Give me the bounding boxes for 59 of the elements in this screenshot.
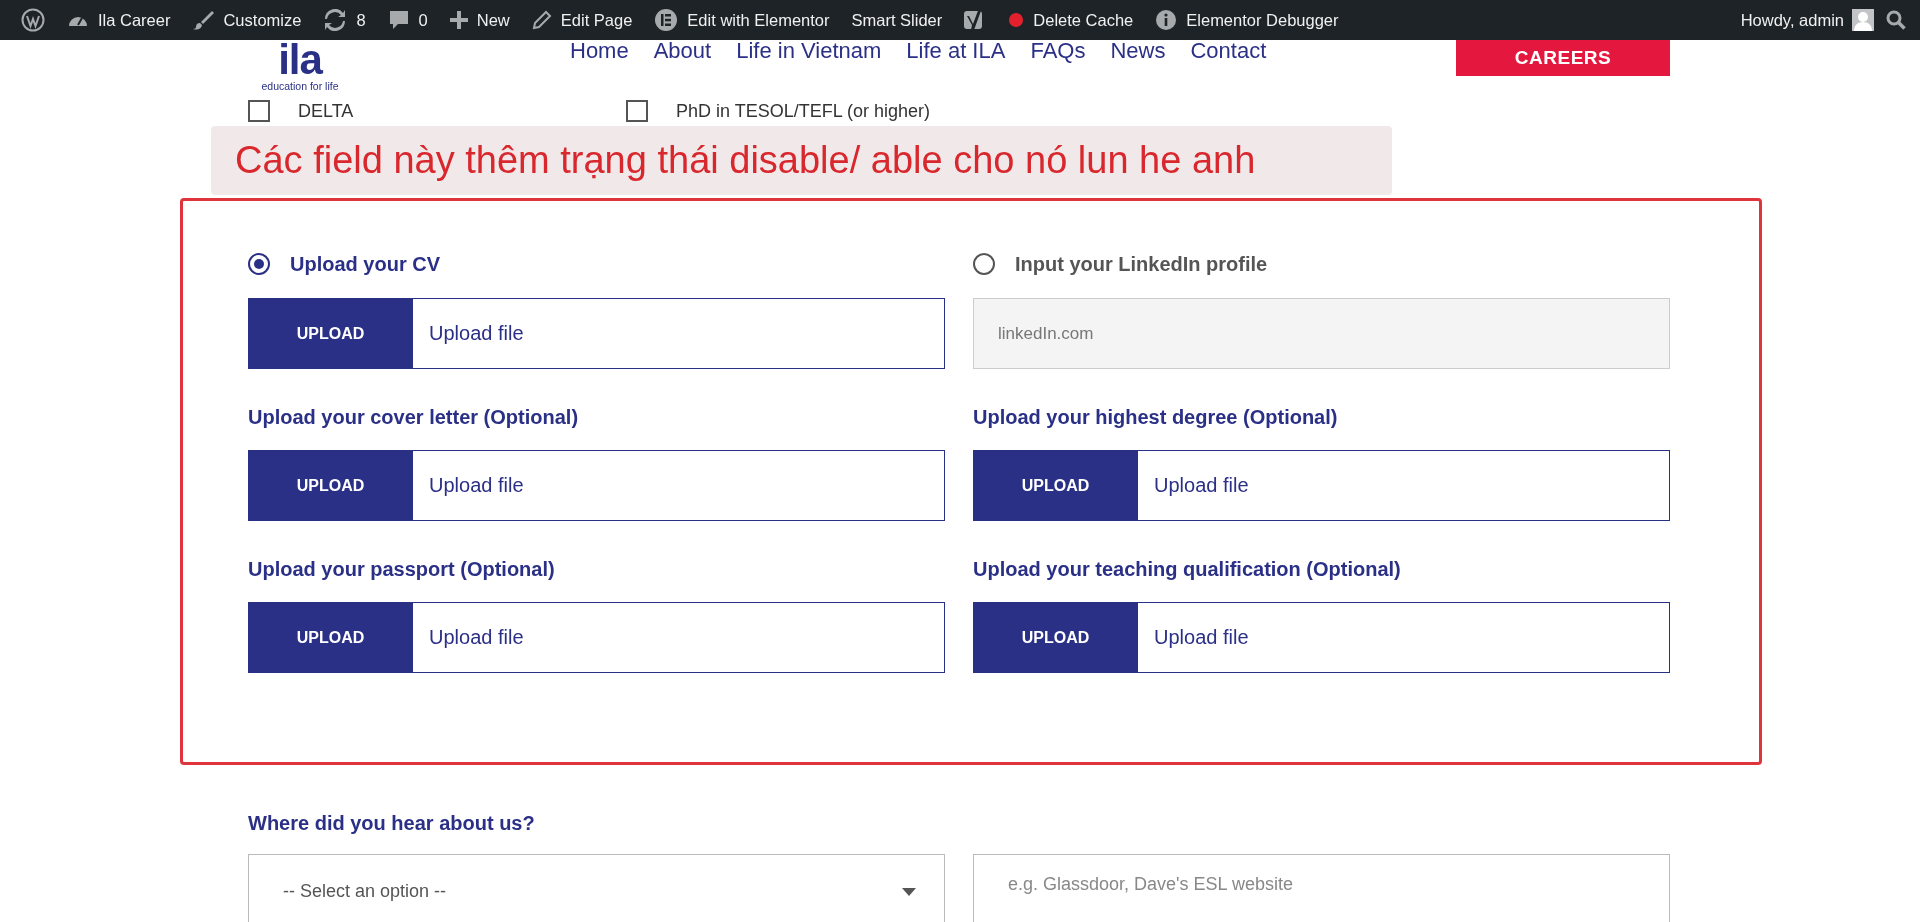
logo-text[interactable]: ila: [278, 40, 322, 80]
elementor-icon: [654, 8, 679, 32]
upload-button[interactable]: UPLOAD: [248, 450, 413, 521]
info-icon: [1155, 9, 1178, 31]
toolbar-item[interactable]: New: [438, 0, 521, 40]
radio-label: Upload your CV: [290, 252, 440, 276]
upload-button[interactable]: UPLOAD: [248, 298, 413, 369]
file-field[interactable]: Upload file: [413, 602, 945, 673]
nav-link[interactable]: FAQs: [1030, 38, 1086, 64]
brush-icon: [192, 9, 215, 31]
upload-button[interactable]: UPLOAD: [248, 602, 413, 673]
logo-tagline: education for life: [261, 80, 339, 92]
radio-label: Input your LinkedIn profile: [1015, 252, 1268, 276]
toolbar-item[interactable]: Smart Slider: [840, 0, 954, 40]
pencil-icon: [531, 10, 552, 30]
field-label: Upload your teaching qualification (Optional): [973, 558, 1402, 582]
toolbar-item[interactable]: 8: [312, 0, 377, 40]
caret-icon: [902, 888, 916, 896]
field-label: Upload your cover letter (Optional): [248, 406, 580, 430]
wordpress-logo-icon: [21, 8, 45, 32]
field-label: Upload your passport (Optional): [248, 558, 556, 582]
account-menu[interactable]: Howdy, admin: [1728, 0, 1886, 40]
toolbar-item[interactable]: Edit Page: [520, 0, 644, 40]
search-icon[interactable]: [1886, 10, 1906, 30]
field-label: Where did you hear about us?: [248, 812, 536, 836]
nav-link[interactable]: Life at ILA: [906, 38, 1006, 64]
nav-link[interactable]: About: [653, 38, 712, 64]
nav-link[interactable]: Home: [570, 38, 629, 64]
toolbar-item[interactable]: Elementor Debugger: [1144, 0, 1350, 40]
status-dot-icon: [1008, 12, 1025, 28]
annotation-note: Các field này thêm trạng thái disable/ able cho nó lun he anh: [211, 126, 1392, 195]
nav-link[interactable]: Life in Vietnam: [736, 38, 882, 64]
upload-button[interactable]: UPLOAD: [973, 450, 1138, 521]
field-label: Upload your highest degree (Optional): [973, 406, 1339, 430]
radio-button[interactable]: [973, 253, 995, 275]
careers-button[interactable]: CAREERS: [1456, 40, 1670, 76]
checkbox[interactable]: [248, 100, 270, 122]
comment-icon: [387, 9, 410, 31]
checkbox[interactable]: [626, 100, 648, 122]
toolbar-item[interactable]: Delete Cache: [997, 0, 1145, 40]
toolbar-item[interactable]: 0: [376, 0, 439, 40]
input-field[interactable]: e.g. Glassdoor, Dave's ESL website: [973, 854, 1670, 922]
refresh-icon: [323, 9, 348, 31]
upload-button[interactable]: UPLOAD: [973, 602, 1138, 673]
radio-button[interactable]: [248, 253, 270, 275]
select-dropdown[interactable]: -- Select an option --: [248, 854, 945, 922]
file-field[interactable]: Upload file: [1138, 450, 1670, 521]
checkbox-label: DELTA: [298, 100, 354, 122]
plus-icon: [449, 11, 468, 29]
toolbar-item[interactable]: Edit with Elementor: [643, 0, 841, 40]
checkbox-label: PhD in TESOL/TEFL (or higher): [676, 100, 931, 122]
avatar-icon: [1852, 9, 1874, 31]
toolbar-item[interactable]: Customize: [181, 0, 313, 40]
file-field[interactable]: Upload file: [413, 450, 945, 521]
toolbar-item[interactable]: Ila Career: [56, 0, 182, 40]
nav-link[interactable]: News: [1110, 38, 1166, 64]
file-field[interactable]: Upload file: [1138, 602, 1670, 673]
file-field[interactable]: Upload file: [413, 298, 945, 369]
nav-link[interactable]: Contact: [1190, 38, 1267, 64]
